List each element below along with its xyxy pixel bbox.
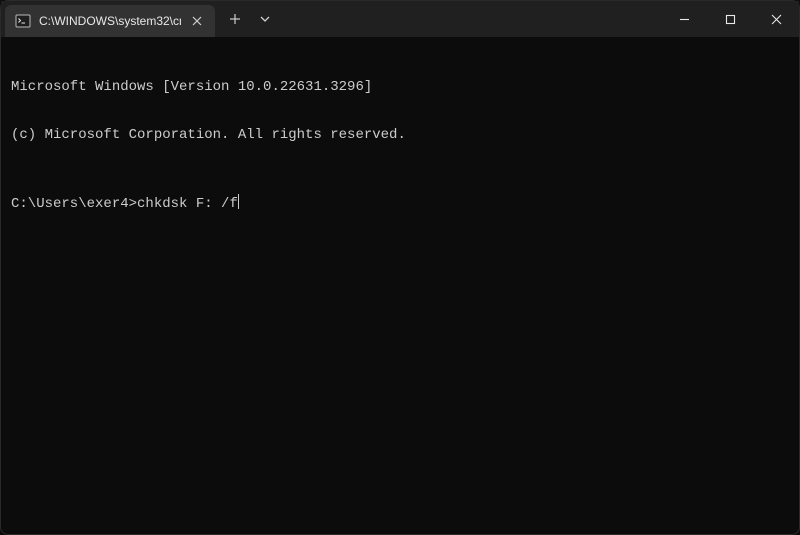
terminal-command-input[interactable]: chkdsk F: /f — [137, 196, 238, 212]
terminal-output-line: Microsoft Windows [Version 10.0.22631.32… — [11, 79, 789, 95]
window-controls — [661, 1, 799, 37]
terminal-cursor — [238, 194, 239, 209]
close-window-button[interactable] — [753, 1, 799, 37]
new-tab-button[interactable] — [221, 5, 249, 33]
tab-active[interactable]: C:\WINDOWS\system32\cmd. — [5, 5, 215, 37]
terminal-prompt-line: C:\Users\exer4>chkdsk F: /f — [11, 192, 789, 212]
terminal-body[interactable]: Microsoft Windows [Version 10.0.22631.32… — [1, 37, 799, 238]
tab-actions — [221, 1, 279, 37]
terminal-prompt: C:\Users\exer4> — [11, 196, 137, 212]
maximize-button[interactable] — [707, 1, 753, 37]
tab-close-button[interactable] — [189, 13, 205, 29]
tabs-area: C:\WINDOWS\system32\cmd. — [1, 1, 279, 37]
cmd-icon — [15, 13, 31, 29]
tab-dropdown-button[interactable] — [251, 5, 279, 33]
terminal-output-line: (c) Microsoft Corporation. All rights re… — [11, 127, 789, 143]
tab-title: C:\WINDOWS\system32\cmd. — [39, 14, 181, 28]
minimize-button[interactable] — [661, 1, 707, 37]
window-titlebar: C:\WINDOWS\system32\cmd. — [1, 1, 799, 37]
